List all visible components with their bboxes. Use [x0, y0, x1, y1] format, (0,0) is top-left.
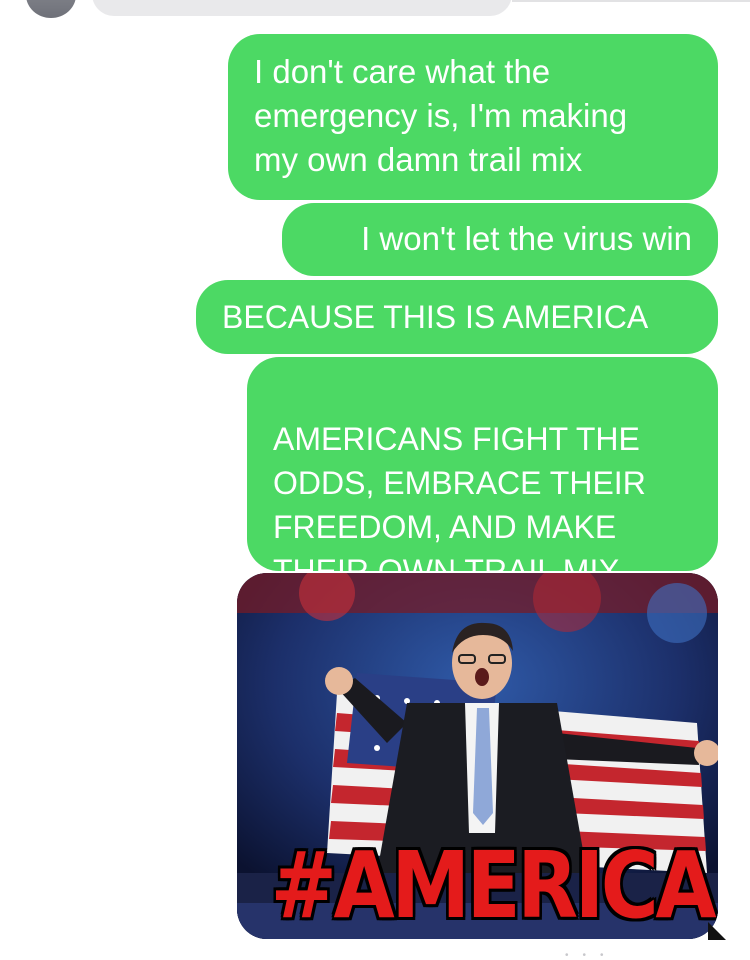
sent-message-bubble[interactable]: AMERICANS FIGHT THE ODDS, EMBRACE THEIR …	[247, 357, 718, 589]
message-thread: I don't care what the emergency is, I'm …	[0, 0, 750, 960]
message-text: AMERICANS FIGHT THE ODDS, EMBRACE THEIR …	[273, 421, 646, 589]
gif-caption: #AMERICA	[270, 832, 717, 939]
sent-message-bubble[interactable]: I won't let the virus win	[282, 203, 718, 276]
contact-avatar[interactable]	[26, 0, 76, 18]
bubble-tail	[708, 922, 726, 940]
sent-message-bubble[interactable]: I don't care what the emergency is, I'm …	[228, 34, 718, 200]
delivery-status: •••	[565, 950, 618, 960]
divider	[512, 0, 750, 2]
received-message-bubble[interactable]	[92, 0, 512, 16]
sent-message-bubble[interactable]: BECAUSE THIS IS AMERICA	[196, 280, 718, 354]
gif-message[interactable]: #AMERICA	[237, 573, 718, 939]
